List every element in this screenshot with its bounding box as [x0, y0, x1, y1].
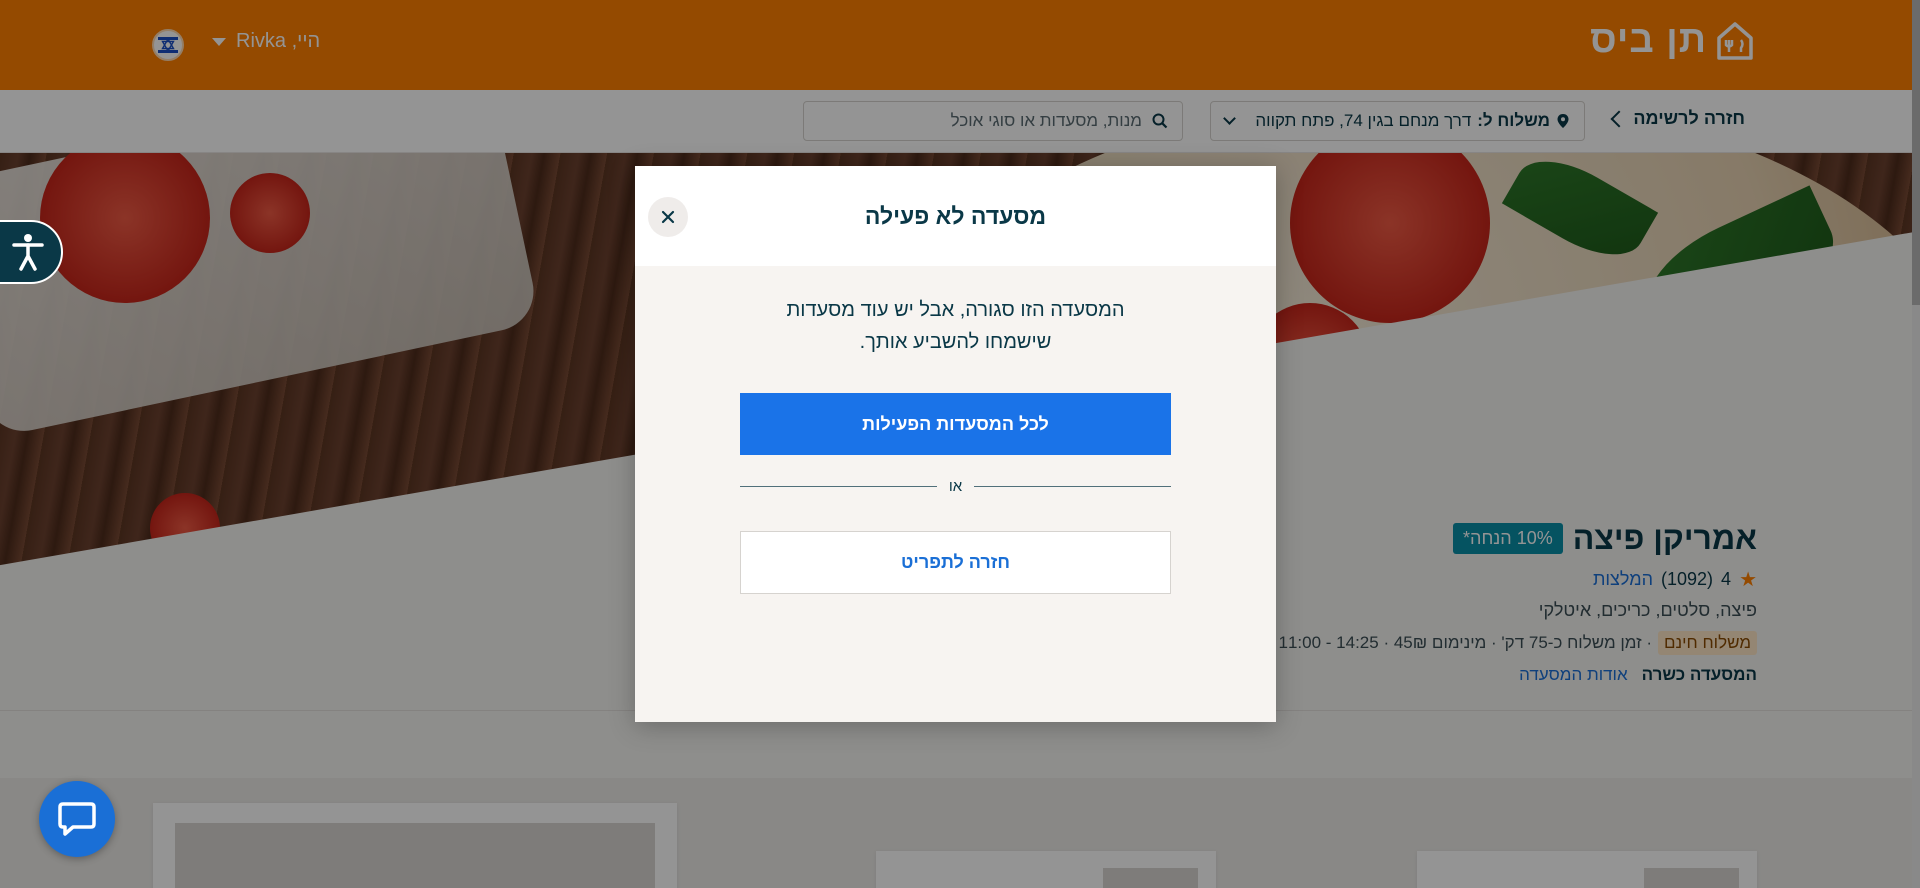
modal-message-line-1: המסעדה הזו סגורה, אבל יש עוד מסעדות	[786, 299, 1125, 321]
accessibility-button[interactable]	[0, 220, 63, 284]
chat-bubble-icon	[58, 802, 96, 836]
back-to-menu-button[interactable]: חזרה לתפריט	[740, 531, 1171, 594]
modal-message-line-2: שישמחו להשביע אותך.	[859, 331, 1052, 353]
all-active-restaurants-button[interactable]: לכל המסעדות הפעילות	[740, 393, 1171, 455]
close-icon	[661, 210, 675, 224]
accessibility-icon	[11, 234, 44, 271]
restaurant-inactive-modal: מסעדה לא פעילה המסעדה הזו סגורה, אבל יש …	[635, 166, 1276, 722]
chat-support-button[interactable]	[39, 781, 115, 857]
or-divider-line	[974, 486, 1172, 487]
or-divider-line	[740, 486, 937, 487]
close-button[interactable]	[648, 197, 688, 237]
or-text: או	[948, 478, 963, 495]
modal-title: מסעדה לא פעילה	[864, 202, 1047, 229]
modal-message: המסעדה הזו סגורה, אבל יש עוד מסעדות שישמ…	[635, 294, 1276, 358]
or-divider: או	[740, 478, 1172, 495]
modal-header: מסעדה לא פעילה	[635, 166, 1276, 266]
